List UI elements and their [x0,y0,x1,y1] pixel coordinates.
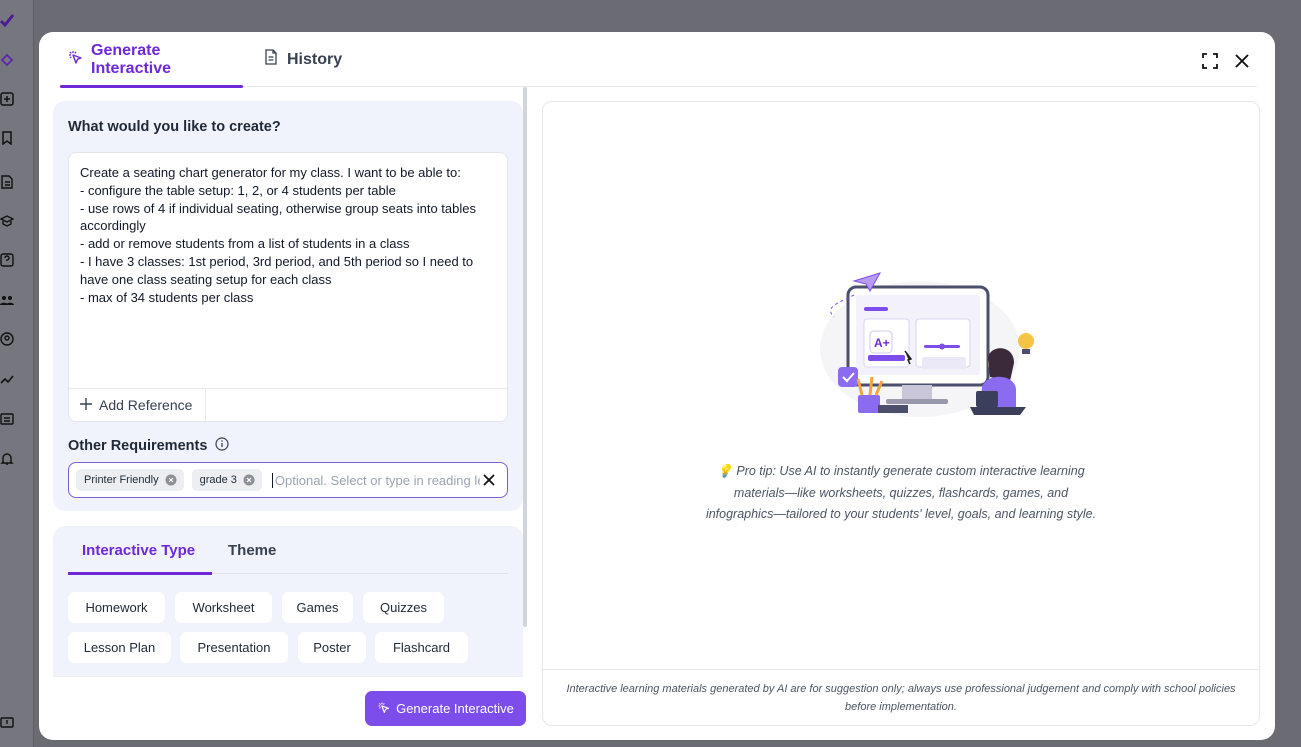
type-option-homework[interactable]: Homework [68,592,165,623]
type-option-games[interactable]: Games [282,592,353,623]
other-requirements-label: Other Requirements [68,437,230,455]
document-icon[interactable] [0,175,14,189]
requirements-field[interactable]: Printer Friendly grade 3 [68,462,508,498]
app-sidebar [0,0,34,747]
preview-panel: A+ 💡 Pro tip: Use AI to instantly genera… [542,101,1260,726]
add-box-icon[interactable] [0,92,14,106]
plus-icon [80,397,92,413]
type-option-worksheet[interactable]: Worksheet [175,592,272,623]
tab-generate-interactive[interactable]: Generate Interactive [60,32,243,88]
info-icon[interactable] [215,437,230,455]
account-icon[interactable] [0,332,14,346]
type-option-flashcard[interactable]: Flashcard [375,632,468,663]
pro-tip-text: 💡 Pro tip: Use AI to instantly generate … [701,461,1101,526]
trending-icon[interactable] [0,372,14,386]
generate-button-label: Generate Interactive [396,701,514,716]
clear-requirements-icon[interactable] [481,472,497,488]
tab-label: History [287,50,343,68]
magic-cursor-icon [67,49,83,70]
magic-cursor-icon [377,701,390,717]
requirement-chip: Printer Friendly [76,469,184,491]
close-icon[interactable] [1233,52,1251,70]
type-card: Interactive Type Theme Homework Workshee… [53,526,523,676]
type-option-lesson-plan[interactable]: Lesson Plan [68,632,171,663]
add-reference-label: Add Reference [99,397,193,413]
left-panel-scrollbar[interactable] [523,87,527,627]
help-icon[interactable] [0,253,14,267]
chip-label: Printer Friendly [84,474,159,486]
list-icon[interactable] [0,412,14,426]
tab-history[interactable]: History [263,32,342,87]
bell-icon[interactable] [0,452,14,466]
tab-interactive-type[interactable]: Interactive Type [68,526,212,575]
requirements-input[interactable] [271,472,480,488]
reference-bar: Add Reference [69,388,507,421]
remove-chip-icon[interactable] [243,474,255,486]
lightbulb-icon: 💡 [717,464,733,478]
prompt-box: Create a seating chart generator for my … [68,152,508,422]
type-option-presentation[interactable]: Presentation [180,632,288,663]
left-footer: Generate Interactive [53,676,526,740]
tab-theme[interactable]: Theme [228,526,276,574]
bookmark-icon[interactable] [0,131,14,145]
tab-label: Generate Interactive [91,41,172,77]
left-panel: What would you like to create? Create a … [53,87,527,740]
history-document-icon [263,49,279,70]
remove-chip-icon[interactable] [165,474,177,486]
fullscreen-icon[interactable] [1201,52,1219,70]
type-option-quizzes[interactable]: Quizzes [363,592,444,623]
add-reference-button[interactable]: Add Reference [69,389,206,421]
generate-interactive-button[interactable]: Generate Interactive [365,691,526,726]
pro-tip-body: Pro tip: Use AI to instantly generate cu… [705,464,1097,522]
teacher-computer-illustration: A+ [820,272,1034,417]
prompt-card: What would you like to create? Create a … [53,101,523,511]
type-option-poster[interactable]: Poster [298,632,366,663]
chip-label: grade 3 [199,474,237,486]
modal-tabs: Generate Interactive History [60,32,1257,88]
svg-text:A+: A+ [874,336,890,350]
interactive-nav-icon[interactable] [0,53,14,67]
modal-actions [1201,52,1251,70]
type-theme-tabs: Interactive Type Theme [68,526,508,575]
requirements-label-text: Other Requirements [68,438,208,454]
checkmark-logo-icon[interactable] [0,14,14,28]
ai-disclaimer: Interactive learning materials generated… [543,669,1259,725]
feedback-icon[interactable] [0,716,14,730]
requirement-chip: grade 3 [191,469,262,491]
prompt-textarea[interactable]: Create a seating chart generator for my … [69,153,507,389]
generate-modal: Generate Interactive History What would … [39,32,1275,740]
prompt-title: What would you like to create? [68,119,281,135]
users-icon[interactable] [0,293,14,307]
graduation-cap-icon[interactable] [0,214,14,228]
